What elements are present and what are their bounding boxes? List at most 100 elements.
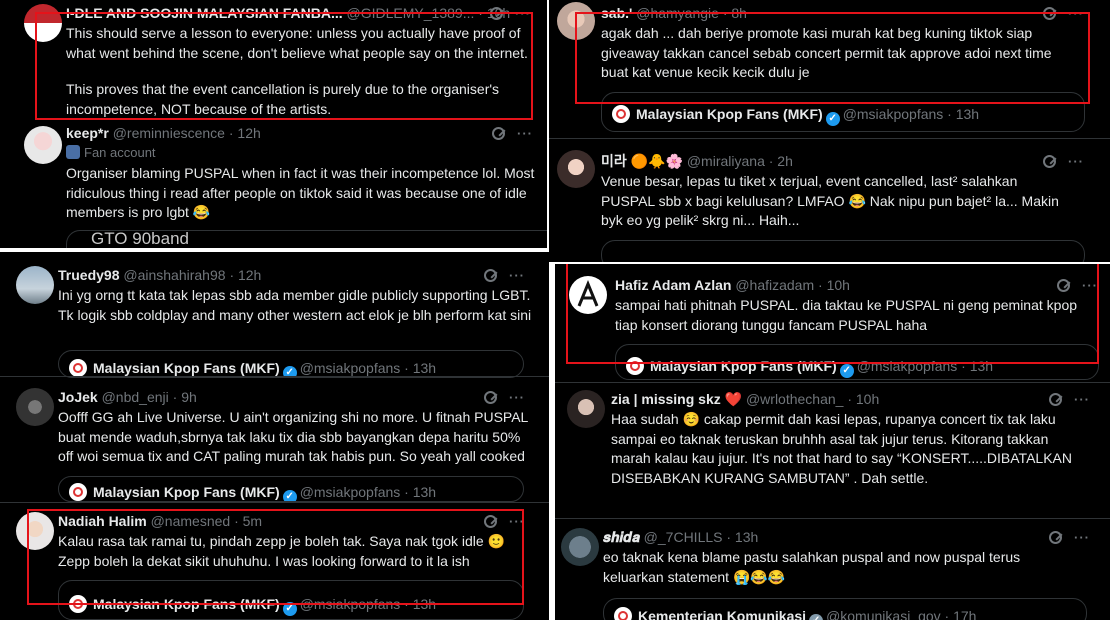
handle[interactable]: @hamyangie bbox=[636, 5, 719, 21]
verified-icon: ✓ bbox=[282, 602, 297, 616]
tweet[interactable]: I-DLE AND SOOJIN MALAYSIAN FANBA... @GID… bbox=[0, 0, 547, 122]
avatar[interactable] bbox=[567, 390, 605, 428]
more-icon[interactable]: ··· bbox=[1074, 530, 1090, 545]
quoted-name: Kementerian Komunikasi bbox=[638, 608, 807, 620]
grok-icon[interactable] bbox=[1049, 393, 1062, 406]
display-name[interactable]: 𝒔𝒉𝒊𝒅𝒂 bbox=[603, 529, 640, 545]
quoted-handle: @msiakpopfans · 13h bbox=[856, 358, 994, 374]
display-name[interactable]: JoJek bbox=[58, 389, 98, 405]
avatar[interactable] bbox=[16, 512, 54, 550]
handle[interactable]: @nbd_enji bbox=[102, 389, 169, 405]
quoted-tweet[interactable]: Malaysian Kpop Fans (MKF) ✓ @msiakpopfans … bbox=[58, 350, 524, 378]
tweet[interactable]: zia | missing skz ❤️ @wrlothechan_ · 10h… bbox=[555, 382, 1110, 518]
tweet[interactable]: Nadiah Halim @namesned · 5m ··· Kalau ra… bbox=[0, 502, 549, 620]
more-icon[interactable]: ··· bbox=[509, 390, 525, 405]
quoted-tweet[interactable]: Malaysian Kpop Fans (MKF) ✓ @msiakpopfans … bbox=[58, 580, 524, 620]
tweet-header: sab.' @hamyangie · 8h bbox=[601, 4, 747, 22]
avatar[interactable] bbox=[557, 150, 595, 188]
quoted-tweet[interactable]: Malaysian Kpop Fans (MKF) ✓ @msiakpopfans … bbox=[601, 92, 1085, 132]
grok-icon[interactable] bbox=[484, 269, 497, 282]
tweet-text: Organiser blaming PUSPAL when in fact it… bbox=[66, 165, 535, 220]
timestamp[interactable]: · 10h bbox=[818, 277, 850, 293]
quoted-handle: @msiakpopfans · 13h bbox=[299, 596, 437, 612]
quoted-tweet[interactable]: Kementerian Komunikasi✓@komunikasi_gov ·… bbox=[603, 598, 1087, 620]
avatar[interactable] bbox=[24, 126, 62, 164]
tweet-actions: ··· bbox=[1049, 530, 1090, 548]
grok-icon[interactable] bbox=[492, 127, 505, 140]
logo-icon bbox=[577, 280, 599, 307]
more-icon[interactable]: ··· bbox=[517, 126, 533, 141]
display-name[interactable]: sab.' bbox=[601, 5, 632, 21]
avatar[interactable] bbox=[557, 2, 595, 40]
quoted-tweet-header: Malaysian Kpop Fans (MKF) ✓ @msiakpopfans … bbox=[612, 105, 979, 126]
handle[interactable]: @_7CHILLS bbox=[644, 529, 723, 545]
handle[interactable]: @wrlothechan_ bbox=[746, 391, 844, 407]
quoted-tweet[interactable]: Malaysian Kpop Fans (MKF) ✓ @msiakpopfans … bbox=[58, 476, 524, 502]
timestamp[interactable]: · 12h bbox=[229, 125, 261, 141]
avatar[interactable] bbox=[561, 528, 599, 566]
more-icon[interactable]: ··· bbox=[515, 6, 531, 21]
tweet-header: 𝒔𝒉𝒊𝒅𝒂 @_7CHILLS · 13h bbox=[603, 528, 758, 546]
verified-icon: ✓ bbox=[839, 364, 854, 378]
tweet-text: Oofff GG ah Live Universe. U ain't organ… bbox=[58, 409, 528, 464]
avatar[interactable] bbox=[16, 266, 54, 304]
quoted-avatar bbox=[614, 607, 632, 620]
quoted-name: Malaysian Kpop Fans (MKF) bbox=[93, 360, 280, 376]
grok-icon[interactable] bbox=[484, 391, 497, 404]
quoted-handle: @komunikasi_gov · 17h bbox=[826, 608, 977, 620]
quoted-tweet[interactable]: GTO 90band bbox=[66, 230, 547, 248]
timestamp[interactable]: · 2h bbox=[769, 153, 793, 169]
handle[interactable]: @namesned bbox=[151, 513, 231, 529]
quoted-name: Malaysian Kpop Fans (MKF) bbox=[93, 484, 280, 500]
tweet[interactable]: Hafiz Adam Azlan @hafizadam · 10h ··· sa… bbox=[555, 264, 1110, 382]
tweet-header: keep*r @reminniescence · 12h bbox=[66, 124, 261, 142]
more-icon[interactable]: ··· bbox=[1068, 154, 1084, 169]
display-name[interactable]: zia | missing skz ❤️ bbox=[611, 391, 742, 407]
handle[interactable]: @GIDLEMY_1389... bbox=[347, 5, 475, 21]
avatar[interactable] bbox=[569, 276, 607, 314]
quoted-tweet[interactable] bbox=[601, 240, 1085, 262]
tweet-header: zia | missing skz ❤️ @wrlothechan_ · 10h bbox=[611, 390, 879, 408]
tweet-header: I-DLE AND SOOJIN MALAYSIAN FANBA... @GID… bbox=[66, 4, 510, 22]
timestamp[interactable]: · 8h bbox=[723, 5, 747, 21]
timestamp[interactable]: · 5m bbox=[234, 513, 262, 529]
tweet[interactable]: sab.' @hamyangie · 8h ··· agak dah ... d… bbox=[549, 0, 1110, 138]
more-icon[interactable]: ··· bbox=[509, 268, 525, 283]
quoted-tweet[interactable]: Malaysian Kpop Fans (MKF) ✓ @msiakpopfans … bbox=[615, 344, 1099, 380]
timestamp[interactable]: · 9h bbox=[173, 389, 197, 405]
display-name[interactable]: Hafiz Adam Azlan bbox=[615, 277, 731, 293]
quoted-tweet-header: Malaysian Kpop Fans (MKF) ✓ @msiakpopfans … bbox=[69, 595, 436, 616]
timestamp[interactable]: · 13h bbox=[726, 529, 758, 545]
display-name[interactable]: Nadiah Halim bbox=[58, 513, 147, 529]
display-name[interactable]: Truedy98 bbox=[58, 267, 119, 283]
tweet[interactable]: 𝒔𝒉𝒊𝒅𝒂 @_7CHILLS · 13h ··· eo taknak kena… bbox=[555, 518, 1110, 620]
tweet[interactable]: keep*r @reminniescence · 12h ··· Fan acc… bbox=[0, 122, 547, 248]
timestamp[interactable]: · 10h bbox=[847, 391, 879, 407]
display-name[interactable]: I-DLE AND SOOJIN MALAYSIAN FANBA... bbox=[66, 5, 343, 21]
panel-top-right: sab.' @hamyangie · 8h ··· agak dah ... d… bbox=[549, 0, 1110, 262]
quoted-name: Malaysian Kpop Fans (MKF) bbox=[636, 106, 823, 122]
more-icon[interactable]: ··· bbox=[1082, 278, 1098, 293]
handle[interactable]: @miraliyana bbox=[687, 153, 765, 169]
more-icon[interactable]: ··· bbox=[1074, 392, 1090, 407]
tweet[interactable]: 미라 🟠🐥🌸 @miraliyana · 2h ··· Venue besar,… bbox=[549, 138, 1110, 262]
tweet-actions: ··· bbox=[484, 268, 525, 286]
display-name[interactable]: 미라 🟠🐥🌸 bbox=[601, 153, 683, 169]
display-name[interactable]: keep*r bbox=[66, 125, 109, 141]
grok-icon[interactable] bbox=[1049, 531, 1062, 544]
grok-icon[interactable] bbox=[490, 7, 503, 20]
handle[interactable]: @reminniescence bbox=[113, 125, 225, 141]
avatar[interactable] bbox=[16, 388, 54, 426]
grok-icon[interactable] bbox=[1043, 155, 1056, 168]
more-icon[interactable]: ··· bbox=[1068, 6, 1084, 21]
more-icon[interactable]: ··· bbox=[509, 514, 525, 529]
grok-icon[interactable] bbox=[1057, 279, 1070, 292]
grok-icon[interactable] bbox=[484, 515, 497, 528]
tweet[interactable]: Truedy98 @ainshahirah98 · 12h ··· Ini yg… bbox=[0, 252, 549, 378]
timestamp[interactable]: · 12h bbox=[229, 267, 261, 283]
grok-icon[interactable] bbox=[1043, 7, 1056, 20]
handle[interactable]: @ainshahirah98 bbox=[123, 267, 225, 283]
avatar[interactable] bbox=[24, 4, 62, 42]
handle[interactable]: @hafizadam bbox=[735, 277, 814, 293]
tweet[interactable]: JoJek @nbd_enji · 9h ··· Oofff GG ah Liv… bbox=[0, 376, 549, 502]
